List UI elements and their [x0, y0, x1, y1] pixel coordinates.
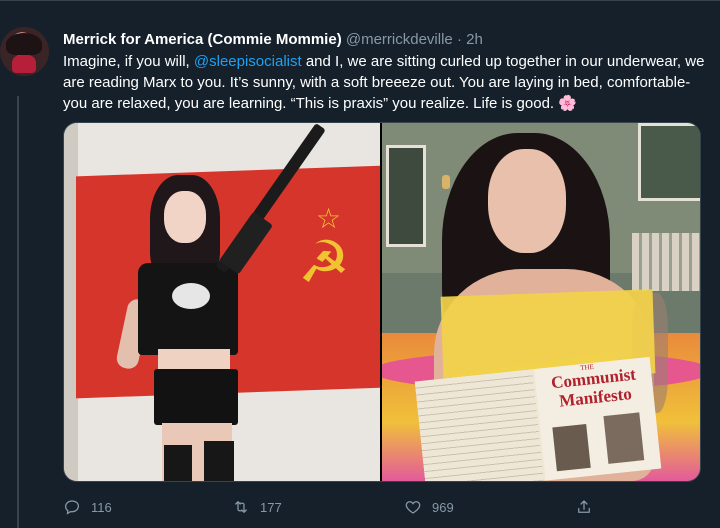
house-window-right	[638, 123, 700, 201]
photo-left[interactable]: ☆ ☭	[64, 123, 380, 481]
avatar-swimsuit	[12, 55, 36, 73]
hammer-sickle-icon: ☭	[298, 230, 350, 295]
media-grid: ☆ ☭ THE Communist Manifesto	[63, 122, 701, 482]
reply-button[interactable]: 116	[63, 497, 112, 517]
like-button[interactable]: 969	[404, 497, 454, 517]
fence	[632, 233, 700, 291]
avatar[interactable]	[0, 27, 49, 76]
separator-dot: ·	[456, 31, 462, 48]
person-face	[164, 191, 206, 243]
retweet-button[interactable]: 177	[232, 497, 282, 517]
heart-icon	[405, 501, 421, 514]
display-name[interactable]: Merrick for America (Commie Mommie)	[63, 31, 342, 48]
house-window-left	[386, 145, 426, 247]
cherry-blossom-emoji: 🌸	[558, 95, 577, 112]
flag-star-icon: ☆	[316, 203, 342, 234]
avatar-hair	[6, 33, 42, 55]
photo-right[interactable]: THE Communist Manifesto	[382, 123, 700, 481]
book-page-left	[414, 369, 544, 481]
person-midriff	[158, 349, 230, 371]
tweet-text: Imagine, if you will, @sleepisocialist a…	[63, 51, 708, 114]
mention-link[interactable]: @sleepisocialist	[194, 53, 302, 70]
stocking-left	[164, 445, 192, 481]
tweet-header: Merrick for America (Commie Mommie) @mer…	[63, 30, 483, 50]
book-portrait-marx	[552, 423, 591, 472]
timestamp[interactable]: 2h	[466, 31, 483, 48]
book-portrait-engels	[603, 412, 645, 464]
person-face	[488, 149, 566, 253]
share-button[interactable]	[575, 497, 593, 517]
like-count: 969	[432, 499, 454, 515]
tweet-text-start: Imagine, if you will,	[63, 53, 194, 70]
stocking-right	[204, 441, 234, 481]
top-divider	[0, 0, 720, 1]
thread-connector-line	[17, 96, 19, 528]
wall-lamp	[442, 175, 450, 189]
reply-icon	[64, 500, 80, 515]
reply-count: 116	[91, 499, 112, 515]
person-shirt	[138, 263, 238, 355]
share-icon	[578, 500, 590, 513]
panda-graphic	[172, 283, 210, 309]
retweet-icon	[235, 501, 247, 513]
retweet-count: 177	[260, 499, 282, 515]
tweet-actions: 116 177 969	[63, 497, 663, 517]
person-shorts	[154, 369, 238, 425]
user-handle[interactable]: @merrickdeville	[346, 31, 453, 48]
